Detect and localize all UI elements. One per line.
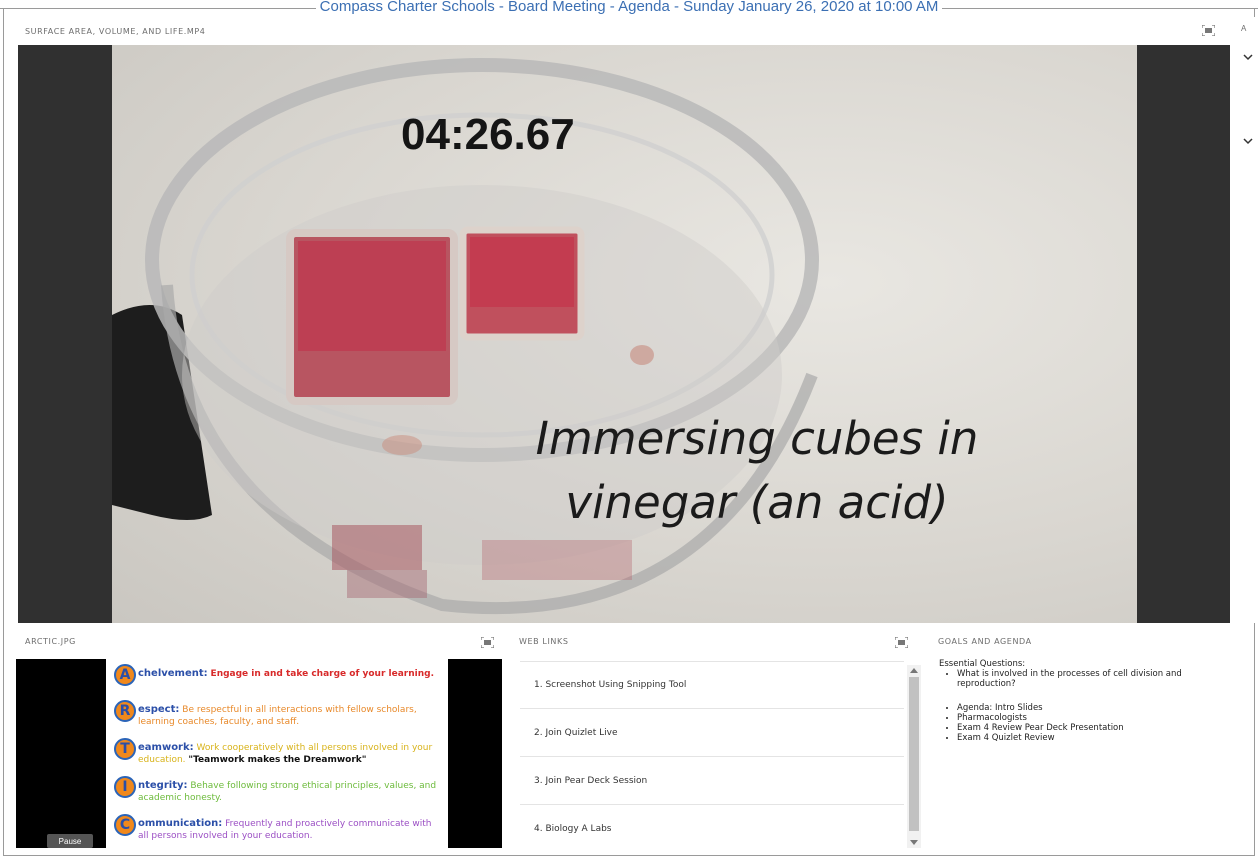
web-link-item[interactable]: 2. Join Quizlet Live (520, 709, 904, 757)
value-row-communication: C ommunication: Frequently and proactive… (106, 811, 448, 845)
side-pod-label: A (1241, 24, 1247, 33)
value-letter: I (114, 776, 136, 798)
value-letter: T (114, 738, 136, 760)
value-word: ommunication: (138, 818, 223, 829)
value-description: Engage in and take charge of your learni… (210, 669, 434, 679)
agenda-list: Agenda: Intro Slides Pharmacologists Exa… (957, 703, 1239, 743)
pause-button[interactable]: Pause (47, 834, 93, 848)
value-letter: C (114, 814, 136, 836)
arctic-values-image: A chelvement: Engage in and take charge … (106, 659, 448, 848)
web-links-list: 1. Screenshot Using Snipping Tool 2. Joi… (520, 661, 904, 848)
arctic-pod-header: ARCTIC.JPG (16, 627, 502, 655)
side-pod-strip: A (1234, 17, 1258, 623)
arctic-pod: ARCTIC.JPG A chelvement: Engage in and t… (16, 627, 502, 848)
video-pod-header: SURFACE AREA, VOLUME, AND LIFE.MP4 (16, 17, 1232, 45)
value-text: espect: Be respectful in all interaction… (138, 704, 444, 728)
scroll-up-arrow-icon[interactable] (910, 668, 918, 673)
value-row-respect: R espect: Be respectful in all interacti… (106, 697, 448, 731)
goals-agenda-title: GOALS AND AGENDA (938, 636, 1032, 646)
web-link-item[interactable]: 4. Biology A Labs (520, 805, 904, 848)
web-links-title: WEB LINKS (519, 636, 569, 646)
essential-questions-heading: Essential Questions: (939, 659, 1026, 669)
web-links-header: WEB LINKS (510, 627, 926, 655)
value-row-integrity: I ntegrity: Behave following strong ethi… (106, 773, 448, 807)
video-caption: Immersing cubes in vinegar (an acid) (535, 412, 979, 529)
value-word: espect: (138, 704, 180, 715)
arctic-image-area: A chelvement: Engage in and take charge … (16, 659, 502, 848)
maximize-icon[interactable] (1202, 25, 1215, 36)
value-text: eamwork: Work cooperatively with all per… (138, 742, 444, 766)
chevron-down-icon[interactable] (1243, 138, 1253, 145)
web-links-scrollbar[interactable] (907, 665, 921, 848)
value-letter: R (114, 700, 136, 722)
web-link-item[interactable]: 3. Join Pear Deck Session (520, 757, 904, 805)
essential-questions-list: What is involved in the processes of cel… (957, 669, 1239, 689)
value-word: ntegrity: (138, 780, 188, 791)
video-frame[interactable]: 04:26.67 Immersing cubes in vinegar (an … (112, 45, 1137, 623)
video-pod-title: SURFACE AREA, VOLUME, AND LIFE.MP4 (25, 26, 206, 36)
video-pod: SURFACE AREA, VOLUME, AND LIFE.MP4 04:26… (16, 17, 1232, 623)
value-description: Be respectful in all interactions with f… (138, 705, 417, 727)
value-word: chelvement: (138, 668, 208, 679)
value-row-achievement: A chelvement: Engage in and take charge … (106, 661, 448, 695)
goals-agenda-pod: GOALS AND AGENDA Essential Questions: Wh… (929, 627, 1247, 848)
value-word: eamwork: (138, 742, 194, 753)
value-quote: "Teamwork makes the Dreamwork" (188, 755, 367, 765)
value-text: ntegrity: Behave following strong ethica… (138, 780, 444, 804)
web-link-item[interactable]: 1. Screenshot Using Snipping Tool (520, 661, 904, 709)
chevron-down-icon[interactable] (1243, 54, 1253, 61)
agenda-item: Exam 4 Quizlet Review (957, 733, 1239, 743)
goals-agenda-header: GOALS AND AGENDA (929, 627, 1247, 655)
value-row-teamwork: T eamwork: Work cooperatively with all p… (106, 735, 448, 769)
arctic-pod-title: ARCTIC.JPG (25, 636, 76, 646)
question-item: What is involved in the processes of cel… (957, 669, 1239, 689)
value-text: ommunication: Frequently and proactively… (138, 818, 444, 842)
video-player[interactable]: 04:26.67 Immersing cubes in vinegar (an … (18, 45, 1230, 623)
scroll-thumb[interactable] (909, 677, 919, 831)
goals-agenda-body: Essential Questions: What is involved in… (939, 659, 1239, 743)
scroll-down-arrow-icon[interactable] (910, 840, 918, 845)
video-timer: 04:26.67 (401, 110, 575, 159)
agenda-item: Exam 4 Review Pear Deck Presentation (957, 723, 1239, 733)
web-links-pod: WEB LINKS 1. Screenshot Using Snipping T… (510, 627, 926, 848)
maximize-icon[interactable] (481, 637, 494, 648)
agenda-item: Agenda: Intro Slides (957, 703, 1239, 713)
value-text: chelvement: Engage in and take charge of… (138, 668, 444, 680)
agenda-item: Pharmacologists (957, 713, 1239, 723)
maximize-icon[interactable] (895, 637, 908, 648)
glass-dish-illustration (112, 58, 819, 615)
value-letter: A (114, 664, 136, 686)
